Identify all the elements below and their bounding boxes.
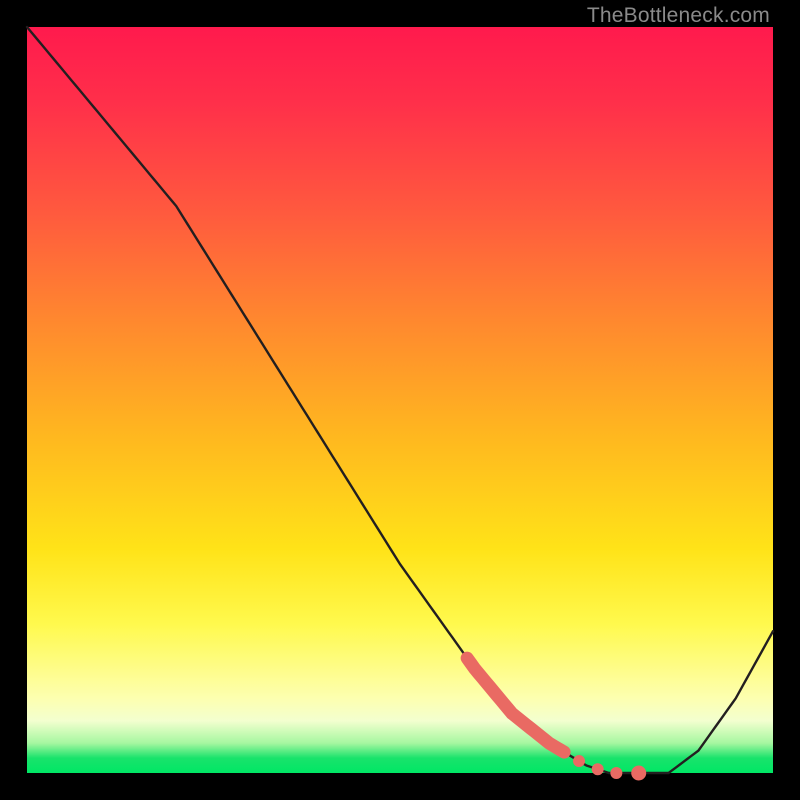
bottleneck-curve <box>27 27 773 773</box>
highlight-dot <box>592 763 604 775</box>
main-curve-path <box>27 27 773 773</box>
highlight-dots <box>573 755 646 780</box>
highlight-dot <box>573 755 585 767</box>
highlight-segment <box>467 658 564 752</box>
watermark-text: TheBottleneck.com <box>587 4 770 28</box>
plot-area <box>27 27 773 773</box>
highlight-dot <box>610 767 622 779</box>
highlight-dot <box>631 766 646 781</box>
chart-frame: TheBottleneck.com <box>0 0 800 800</box>
